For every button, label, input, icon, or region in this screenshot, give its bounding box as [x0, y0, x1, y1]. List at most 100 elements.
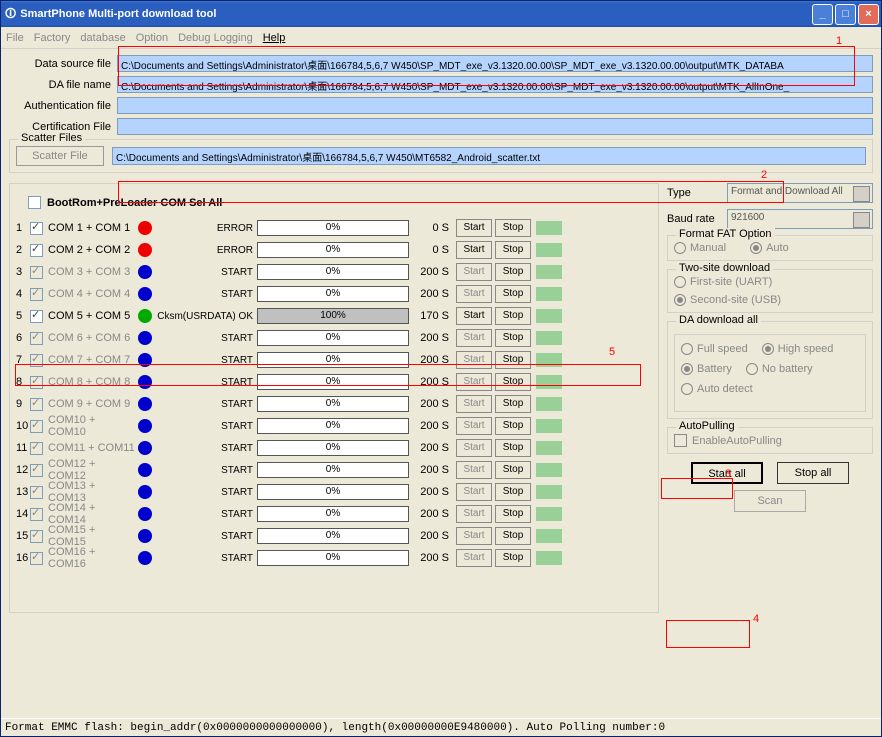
com-name: COM10 + COM10	[43, 414, 135, 438]
enable-autopulling-checkbox[interactable]	[674, 434, 687, 447]
com-checkbox[interactable]	[30, 420, 43, 433]
com-name: COM 9 + COM 9	[43, 398, 135, 410]
stop-button[interactable]: Stop	[495, 241, 531, 259]
maximize-button[interactable]: □	[835, 4, 856, 25]
com-index: 12	[16, 464, 30, 476]
status-dot-icon	[138, 551, 152, 565]
status-dot-icon	[138, 529, 152, 543]
start-button: Start	[456, 483, 492, 501]
type-combo[interactable]: Format and Download All	[727, 183, 873, 203]
com-checkbox[interactable]	[30, 442, 43, 455]
com-status: START	[155, 377, 257, 388]
minimize-button[interactable]: _	[812, 4, 833, 25]
com-checkbox[interactable]	[30, 332, 43, 345]
com-checkbox[interactable]	[30, 376, 43, 389]
stop-button[interactable]: Stop	[495, 483, 531, 501]
start-all-button[interactable]: Start all	[691, 462, 763, 484]
com-checkbox[interactable]	[30, 508, 43, 521]
com-status: START	[155, 267, 257, 278]
com-name: COM 2 + COM 2	[43, 244, 135, 256]
high-speed-radio[interactable]: High speed	[762, 343, 834, 355]
baud-combo[interactable]: 921600	[727, 209, 873, 229]
com-checkbox[interactable]	[30, 530, 43, 543]
menu-database[interactable]: database	[80, 32, 125, 44]
fat-manual-radio[interactable]: Manual	[674, 242, 726, 254]
da-file-field[interactable]: C:\Documents and Settings\Administrator\…	[117, 76, 873, 93]
first-site-radio[interactable]: First-site (UART)	[674, 276, 772, 288]
menu-debug-logging[interactable]: Debug Logging	[178, 32, 253, 44]
data-source-field[interactable]: C:\Documents and Settings\Administrator\…	[117, 55, 873, 72]
menu-help[interactable]: Help	[263, 32, 286, 44]
start-button[interactable]: Start	[456, 219, 492, 237]
com-checkbox[interactable]	[30, 310, 43, 323]
menu-factory[interactable]: Factory	[34, 32, 71, 44]
result-box	[536, 485, 562, 499]
com-timing: 200 S	[409, 376, 453, 388]
status-dot-icon	[138, 309, 152, 323]
progress-bar: 0%	[257, 242, 409, 258]
titlebar[interactable]: 🛈 SmartPhone Multi-port download tool _ …	[1, 1, 881, 27]
com-index: 11	[16, 442, 30, 454]
progress-bar: 0%	[257, 528, 409, 544]
com-status: START	[155, 509, 257, 520]
com-checkbox[interactable]	[30, 354, 43, 367]
com-name: COM15 + COM15	[43, 524, 135, 548]
com-checkbox[interactable]	[30, 464, 43, 477]
com-checkbox[interactable]	[30, 398, 43, 411]
fat-auto-radio[interactable]: Auto	[750, 242, 789, 254]
com-checkbox[interactable]	[30, 288, 43, 301]
scan-button[interactable]: Scan	[734, 490, 806, 512]
stop-button[interactable]: Stop	[495, 395, 531, 413]
stop-button[interactable]: Stop	[495, 527, 531, 545]
com-status: START	[155, 443, 257, 454]
com-name: COM 8 + COM 8	[43, 376, 135, 388]
stop-button[interactable]: Stop	[495, 373, 531, 391]
start-button: Start	[456, 351, 492, 369]
stop-button[interactable]: Stop	[495, 461, 531, 479]
progress-bar: 0%	[257, 352, 409, 368]
stop-button[interactable]: Stop	[495, 307, 531, 325]
com-checkbox[interactable]	[30, 552, 43, 565]
com-checkbox[interactable]	[30, 486, 43, 499]
stop-button[interactable]: Stop	[495, 285, 531, 303]
com-row: 13COM13 + COM13START0%200 SStartStop	[16, 481, 652, 503]
second-site-radio[interactable]: Second-site (USB)	[674, 294, 781, 306]
two-site-fieldset: Two-site download First-site (UART) Seco…	[667, 269, 873, 313]
stop-button[interactable]: Stop	[495, 219, 531, 237]
close-button[interactable]: ×	[858, 4, 879, 25]
cert-file-field[interactable]	[117, 118, 873, 135]
baud-label: Baud rate	[667, 213, 727, 225]
result-box	[536, 507, 562, 521]
com-index: 9	[16, 398, 30, 410]
no-battery-radio[interactable]: No battery	[746, 363, 813, 375]
start-button: Start	[456, 527, 492, 545]
stop-all-button[interactable]: Stop all	[777, 462, 849, 484]
stop-button[interactable]: Stop	[495, 439, 531, 457]
stop-button[interactable]: Stop	[495, 505, 531, 523]
com-checkbox[interactable]	[30, 244, 43, 257]
com-status: ERROR	[155, 223, 257, 234]
status-dot-icon	[138, 287, 152, 301]
start-button[interactable]: Start	[456, 241, 492, 259]
com-checkbox[interactable]	[30, 266, 43, 279]
auth-file-field[interactable]	[117, 97, 873, 114]
auto-detect-radio[interactable]: Auto detect	[681, 383, 753, 395]
com-checkbox[interactable]	[30, 222, 43, 235]
stop-button[interactable]: Stop	[495, 329, 531, 347]
scatter-file-button[interactable]: Scatter File	[16, 146, 104, 166]
stop-button[interactable]: Stop	[495, 351, 531, 369]
battery-radio[interactable]: Battery	[681, 363, 732, 375]
com-timing: 200 S	[409, 332, 453, 344]
full-speed-radio[interactable]: Full speed	[681, 343, 748, 355]
start-button: Start	[456, 263, 492, 281]
menu-file[interactable]: File	[6, 32, 24, 44]
menu-option[interactable]: Option	[136, 32, 168, 44]
scatter-file-field[interactable]: C:\Documents and Settings\Administrator\…	[112, 147, 866, 165]
result-box	[536, 243, 562, 257]
stop-button[interactable]: Stop	[495, 417, 531, 435]
stop-button[interactable]: Stop	[495, 263, 531, 281]
select-all-checkbox[interactable]	[28, 196, 41, 209]
start-button[interactable]: Start	[456, 307, 492, 325]
stop-button[interactable]: Stop	[495, 549, 531, 567]
window-title: SmartPhone Multi-port download tool	[16, 8, 812, 20]
